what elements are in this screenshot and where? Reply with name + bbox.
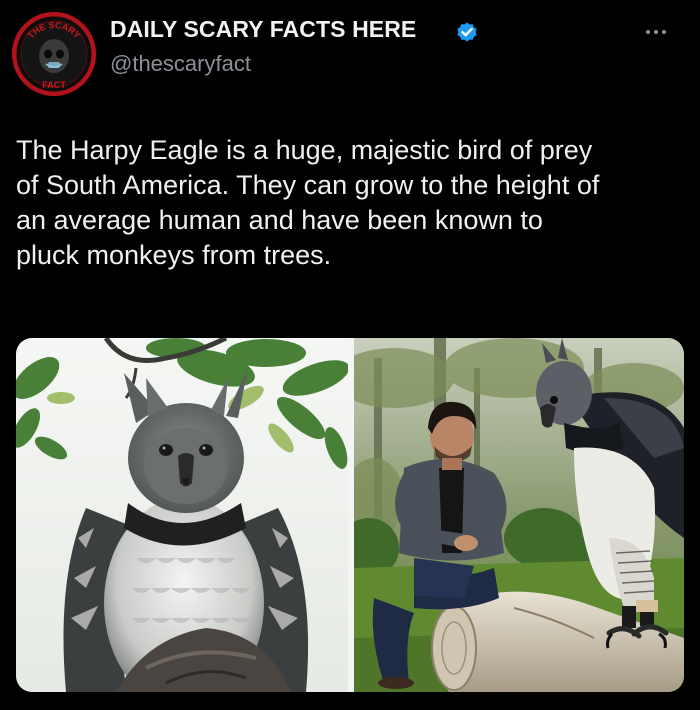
dot [646,30,650,34]
verified-badge-icon [457,22,477,42]
author-name[interactable]: DAILY SCARY FACTS HERE [110,16,416,43]
post-media[interactable] [16,338,684,692]
dot [654,30,658,34]
harpy-eagle-closeup-photo[interactable] [16,338,348,692]
man-with-harpy-eagle-photo[interactable] [354,338,684,692]
more-options-button[interactable] [636,22,676,42]
author-handle[interactable]: @thescaryfact [110,51,251,77]
post-text: The Harpy Eagle is a huge, majestic bird… [16,135,600,270]
avatar-text-bottom: FACT [42,80,66,90]
dot [662,30,666,34]
avatar-image: THE SCARY FACT [12,12,96,96]
avatar[interactable]: THE SCARY FACT [12,12,96,96]
more-options-icon [646,30,666,34]
post: THE SCARY FACT DAILY SCARY FACTS HERE @t… [0,0,700,710]
